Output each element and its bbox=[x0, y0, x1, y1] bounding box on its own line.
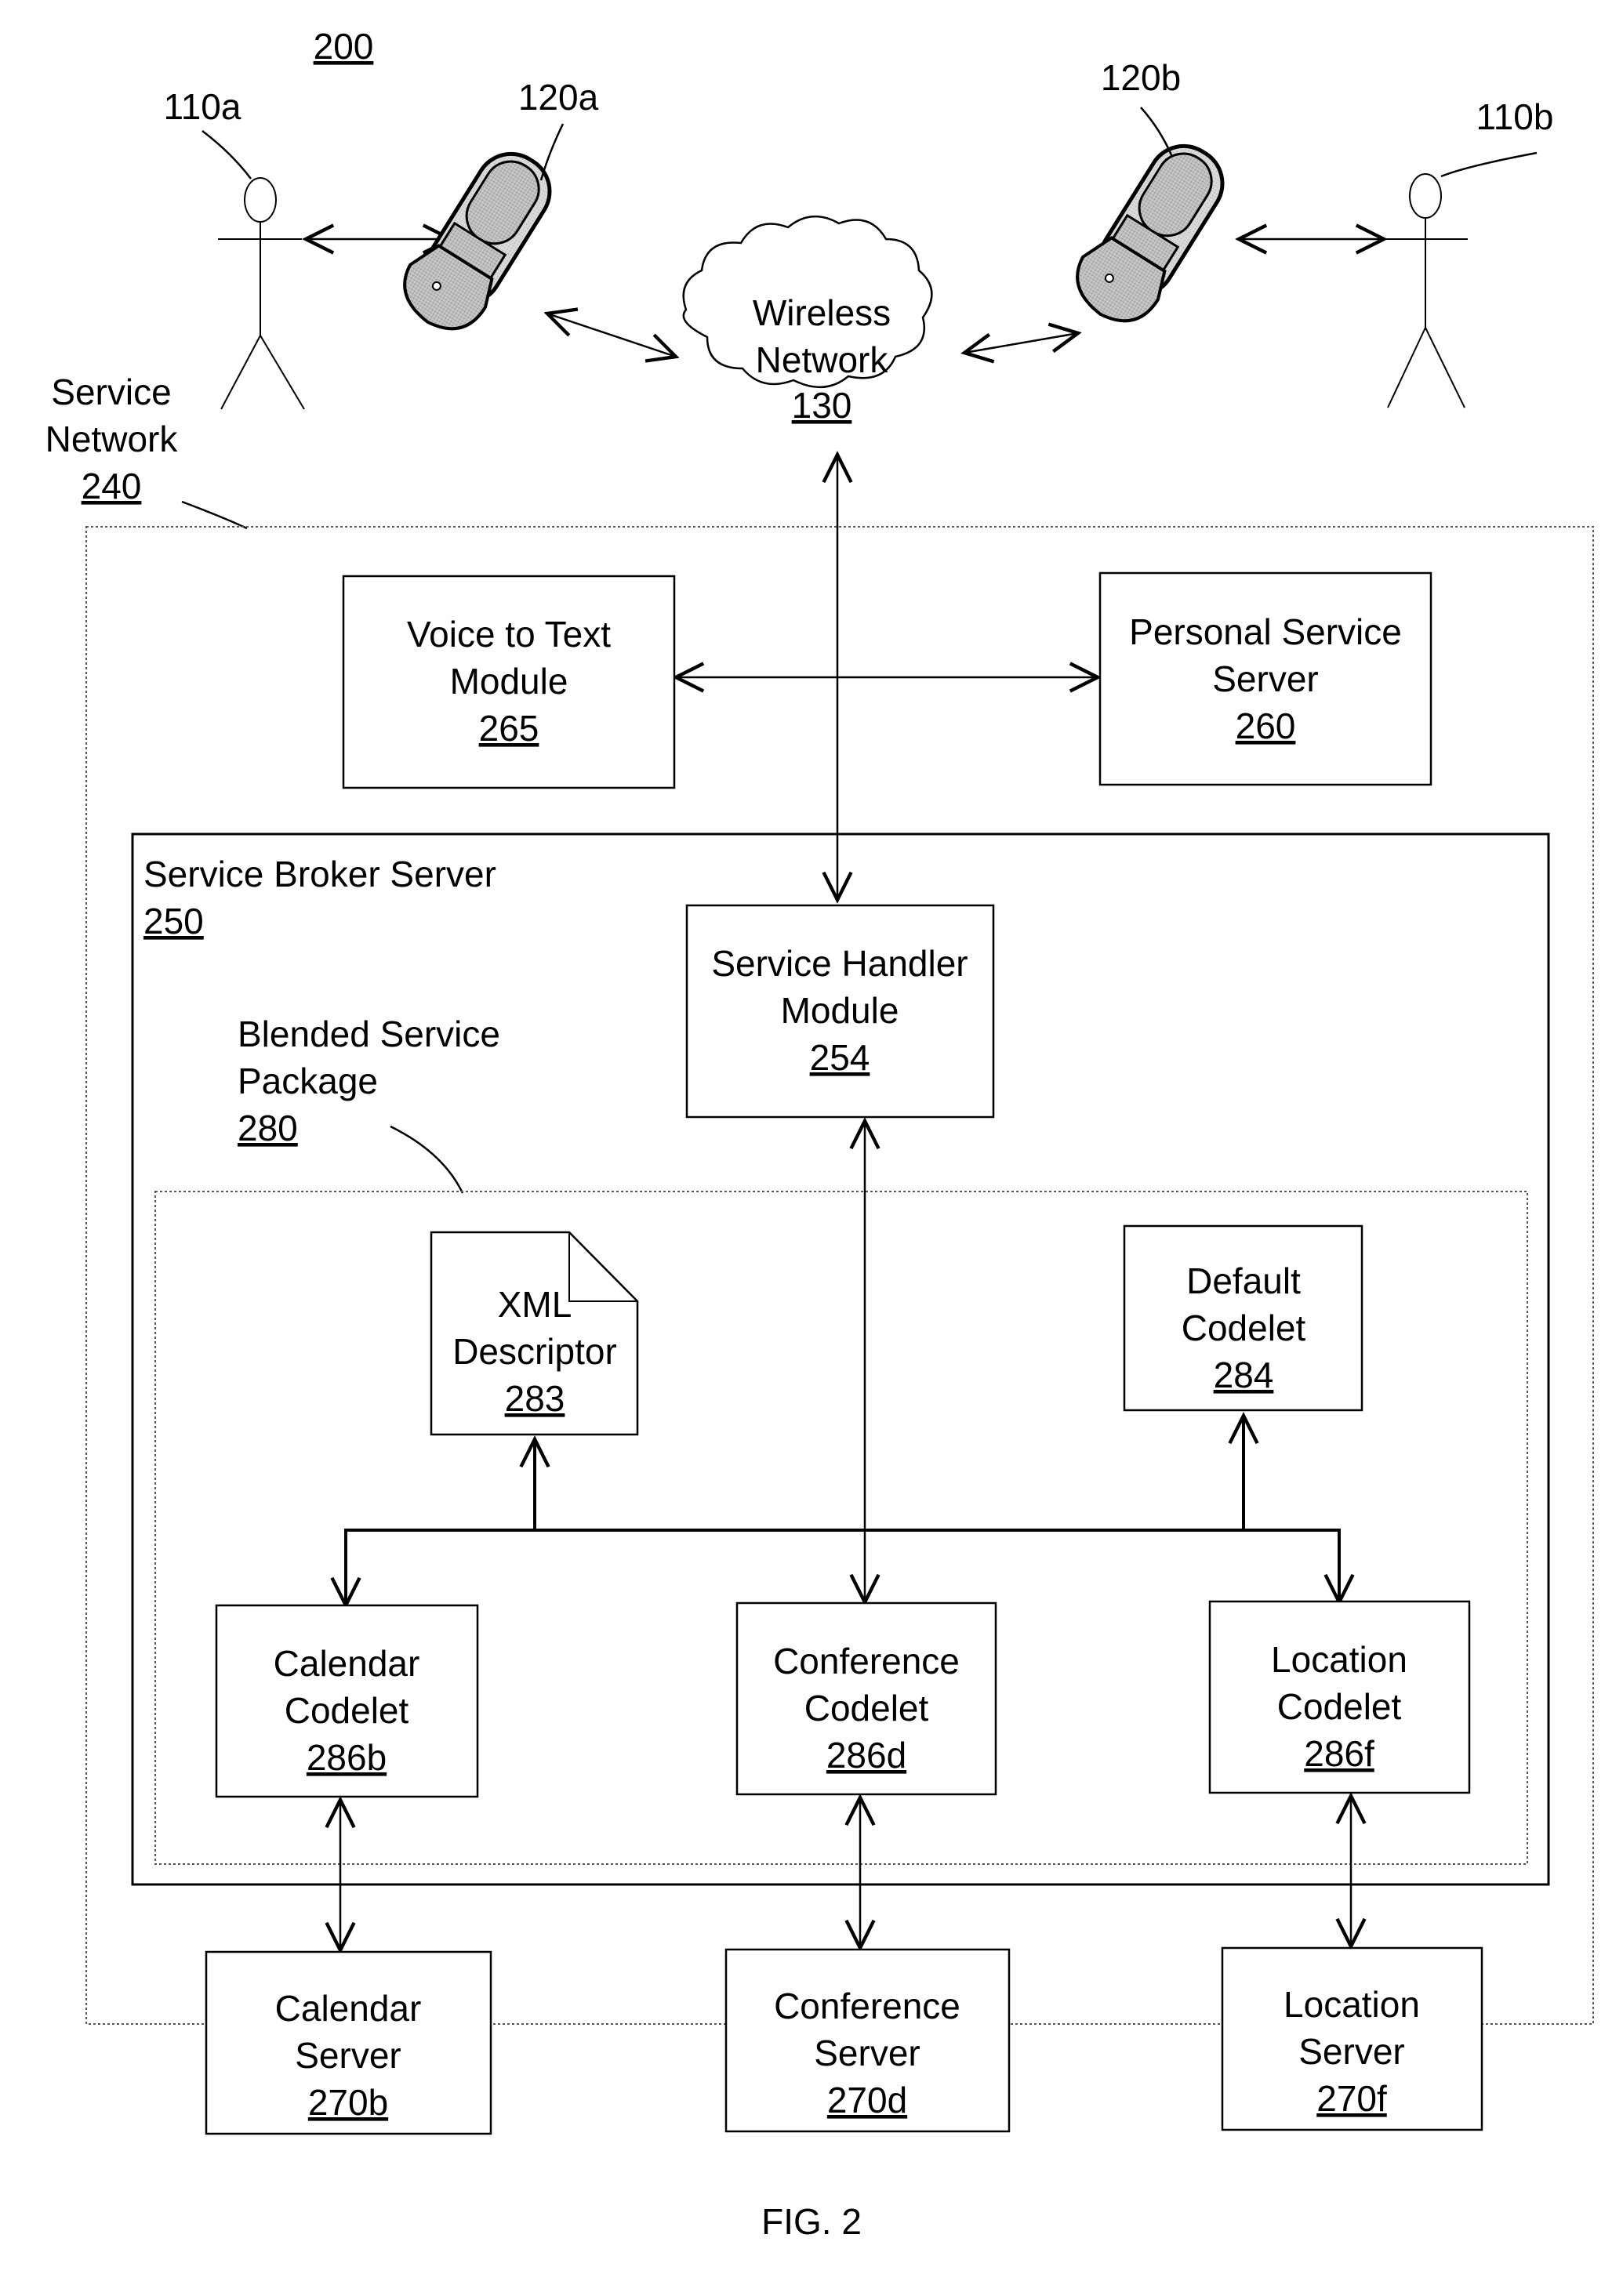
phone-a-network-arrow bbox=[547, 314, 676, 357]
location-codelet-ref: 286f bbox=[1304, 1733, 1374, 1774]
user-a-icon bbox=[218, 177, 305, 410]
user-b-leader-line bbox=[1440, 151, 1538, 178]
conference-codelet-ref: 286d bbox=[826, 1735, 906, 1776]
service-handler-label-line1: Service Handler bbox=[711, 943, 968, 984]
calendar-server-label-line1: Calendar bbox=[275, 1988, 422, 2029]
calendar-codelet-label-line1: Calendar bbox=[274, 1643, 420, 1684]
user-b-icon bbox=[1384, 173, 1468, 408]
calendar-codelet-box[interactable]: Calendar Codelet 286b bbox=[215, 1604, 479, 1798]
network-phone-b-arrow bbox=[964, 333, 1078, 353]
xml-descriptor-label-line1: XML bbox=[498, 1284, 572, 1325]
figure-caption: FIG. 2 bbox=[761, 2201, 862, 2242]
conference-server-label-line1: Conference bbox=[774, 1986, 960, 2026]
personal-service-label-line1: Personal Service bbox=[1129, 611, 1402, 652]
conference-server-ref: 270d bbox=[827, 2080, 907, 2120]
blended-package-leader-line bbox=[390, 1125, 464, 1194]
location-codelet-label-line2: Codelet bbox=[1277, 1686, 1402, 1727]
service-network-leader-line bbox=[181, 500, 248, 530]
conference-server-box[interactable]: Conference Server 270d bbox=[724, 1948, 1011, 2133]
default-codelet-ref: 284 bbox=[1214, 1355, 1274, 1395]
voice-to-text-ref: 265 bbox=[479, 708, 539, 749]
service-handler-module-box[interactable]: Service Handler Module 254 bbox=[685, 904, 995, 1119]
user-b-ref: 110b bbox=[1476, 96, 1554, 137]
location-server-label-line1: Location bbox=[1284, 1984, 1420, 2025]
service-network-label-line2: Network bbox=[45, 419, 179, 459]
phone-b-ref: 120b bbox=[1101, 57, 1181, 98]
location-server-label-line2: Server bbox=[1298, 2031, 1404, 2072]
calendar-server-label-line2: Server bbox=[295, 2035, 401, 2076]
service-broker-ref: 250 bbox=[143, 901, 204, 941]
personal-service-label-line2: Server bbox=[1212, 658, 1318, 699]
service-network-label-line1: Service bbox=[51, 372, 171, 412]
default-codelet-box[interactable]: Default Codelet 284 bbox=[1123, 1224, 1363, 1412]
calendar-codelet-ref: 286b bbox=[307, 1737, 387, 1778]
wireless-network-label-line1: Wireless bbox=[753, 292, 891, 333]
conference-codelet-label-line2: Codelet bbox=[804, 1688, 929, 1728]
blended-package-label-line2: Package bbox=[238, 1061, 378, 1101]
voice-to-text-module-box[interactable]: Voice to Text Module 265 bbox=[342, 575, 676, 789]
blended-package-label-line1: Blended Service bbox=[238, 1014, 500, 1054]
patent-figure: 200 110a 120a Wireless Network 130 120b bbox=[0, 0, 1623, 2296]
phone-b-icon bbox=[1076, 143, 1225, 323]
phone-a-ref: 120a bbox=[518, 77, 599, 118]
default-codelet-label-line1: Default bbox=[1186, 1260, 1301, 1301]
diagram-svg: 200 110a 120a Wireless Network 130 120b bbox=[45, 26, 1594, 2242]
voice-to-text-label-line2: Module bbox=[450, 661, 568, 702]
location-server-ref: 270f bbox=[1316, 2078, 1387, 2119]
user-a-ref: 110a bbox=[164, 86, 241, 127]
calendar-server-ref: 270b bbox=[308, 2082, 388, 2123]
location-codelet-box[interactable]: Location Codelet 286f bbox=[1208, 1600, 1471, 1794]
conference-server-label-line2: Server bbox=[814, 2033, 920, 2073]
service-handler-label-line2: Module bbox=[781, 990, 899, 1031]
service-handler-ref: 254 bbox=[810, 1037, 870, 1078]
conference-codelet-label-line1: Conference bbox=[773, 1641, 960, 1681]
service-broker-label: Service Broker Server bbox=[143, 854, 496, 894]
conference-codelet-box[interactable]: Conference Codelet 286d bbox=[735, 1601, 997, 1796]
location-codelet-label-line1: Location bbox=[1271, 1639, 1407, 1680]
default-codelet-label-line2: Codelet bbox=[1182, 1308, 1306, 1348]
phone-a-leader-line bbox=[539, 123, 565, 181]
figure-ref: 200 bbox=[314, 26, 374, 67]
voice-to-text-label-line1: Voice to Text bbox=[407, 614, 611, 655]
xml-descriptor-label-line2: Descriptor bbox=[452, 1331, 617, 1372]
user-a-leader-line bbox=[202, 130, 252, 180]
personal-service-ref: 260 bbox=[1236, 705, 1296, 746]
wireless-network-ref: 130 bbox=[792, 385, 852, 426]
xml-descriptor-ref: 283 bbox=[505, 1378, 565, 1419]
calendar-codelet-label-line2: Codelet bbox=[285, 1690, 409, 1731]
location-server-box[interactable]: Location Server 270f bbox=[1221, 1946, 1483, 2131]
xml-descriptor-document[interactable]: XML Descriptor 283 bbox=[430, 1231, 639, 1436]
service-network-ref: 240 bbox=[82, 466, 142, 506]
wireless-network-label-line2: Network bbox=[756, 339, 889, 380]
blended-package-ref: 280 bbox=[238, 1108, 298, 1148]
personal-service-server-box[interactable]: Personal Service Server 260 bbox=[1098, 571, 1432, 786]
calendar-server-box[interactable]: Calendar Server 270b bbox=[205, 1950, 492, 2135]
